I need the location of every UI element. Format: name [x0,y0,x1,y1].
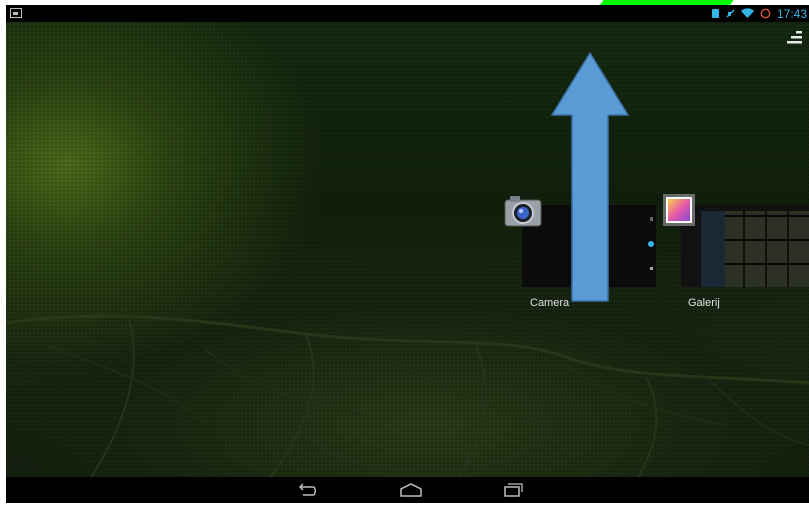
all-apps-menu-icon[interactable] [787,29,803,49]
camera-icon [504,196,542,227]
alarm-icon [760,8,771,19]
status-icons[interactable]: 17:43 [711,5,809,22]
bluetooth-icon [711,9,719,18]
clock: 17:43 [776,6,807,21]
picture-notification-icon[interactable] [10,8,22,18]
status-bar: 17:43 [6,5,809,22]
recent-card-gallery[interactable] [681,205,809,287]
wifi-icon [740,8,754,18]
no-sound-icon [726,9,735,18]
gallery-label: Galerij [688,297,720,309]
recent-apps-button[interactable] [501,482,523,498]
gallery-icon [663,194,695,226]
back-button[interactable] [296,482,318,498]
gallery-photo-grid [701,211,809,287]
swipe-up-arrow-icon [550,51,630,302]
home-button[interactable] [399,482,423,498]
tablet-screen: 17:43 Camera Galerij [6,5,809,503]
shutter-dot [648,241,654,247]
navigation-bar [6,477,809,503]
